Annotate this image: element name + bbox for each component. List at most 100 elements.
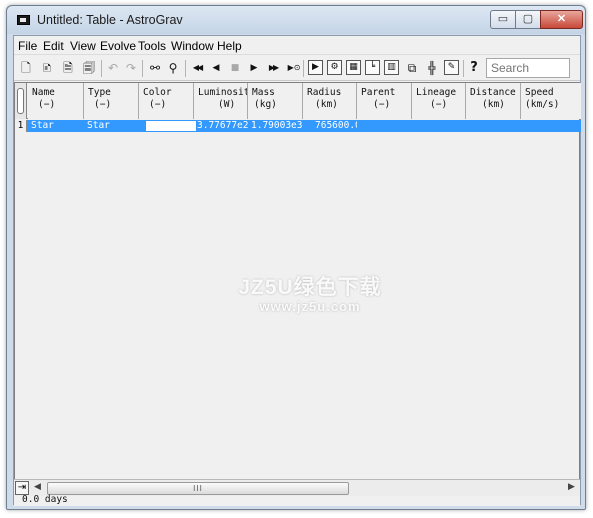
close-button[interactable]: ✕ bbox=[540, 10, 583, 29]
corner-knob-icon bbox=[17, 88, 24, 114]
column-header-label: Speed bbox=[525, 87, 554, 98]
toolbar: 🗋 🗈 🗎 🗐 ↶ ↷ ⚯ ⚲ ◀◀ ◀ ■ ▶ ▶▶ ▶⊙ ▶ ⚙ ▦ ╘ ▥… bbox=[14, 55, 580, 81]
column-header-label: Luminosity bbox=[198, 87, 247, 98]
column-header-label: Lineage bbox=[416, 87, 457, 98]
column-header-label: Color bbox=[143, 87, 172, 98]
column-header-radius[interactable]: Radius (km) bbox=[303, 83, 357, 119]
column-header-label: Name bbox=[32, 87, 55, 98]
toolbar-separator bbox=[463, 60, 464, 77]
column-header-label: Mass bbox=[252, 87, 275, 98]
menu-evolve[interactable]: Evolve bbox=[100, 39, 136, 53]
play-icon[interactable]: ▶ bbox=[245, 59, 263, 77]
menu-tools[interactable]: Tools bbox=[138, 39, 166, 53]
cell-luminosity[interactable]: 3.77677e26 bbox=[194, 120, 248, 132]
maximize-button[interactable]: ▢ bbox=[515, 10, 541, 29]
row-number[interactable]: 1 bbox=[15, 120, 27, 132]
step-back-icon[interactable]: ◀ bbox=[207, 59, 225, 77]
cell-color-swatch[interactable] bbox=[146, 121, 196, 131]
column-header-unit: (−) bbox=[38, 99, 56, 110]
table-row[interactable]: 1 Star Star 3.77677e26 1.79003e30 765600… bbox=[15, 120, 581, 132]
status-time: 0.0 days bbox=[22, 494, 68, 505]
menu-file[interactable]: File bbox=[18, 39, 37, 53]
menu-edit[interactable]: Edit bbox=[43, 39, 64, 53]
toolbar-separator bbox=[303, 60, 304, 77]
undo-icon[interactable]: ↶ bbox=[104, 59, 122, 77]
column-header-name[interactable]: Name (−) bbox=[28, 83, 84, 119]
columns-view-icon[interactable]: ▥ bbox=[384, 60, 399, 75]
cell-speed[interactable] bbox=[521, 120, 581, 132]
settings-view-icon[interactable]: ⚙ bbox=[327, 60, 342, 75]
cell-radius[interactable]: 765600.0 bbox=[312, 120, 357, 132]
watermark-line-2: www.jz5u.com bbox=[259, 299, 361, 314]
column-header-speed[interactable]: Speed (km/s) bbox=[521, 83, 581, 119]
new-from-template-icon[interactable]: 🗈 bbox=[38, 59, 56, 77]
scrollbar-thumb[interactable]: III bbox=[47, 482, 349, 495]
cell-name[interactable]: Star bbox=[28, 120, 84, 132]
edit-object-icon[interactable]: ✎ bbox=[444, 60, 459, 75]
toolbar-separator bbox=[142, 60, 143, 77]
column-header-unit: (km/s) bbox=[525, 99, 560, 110]
view-mode-icon[interactable]: ▶ bbox=[308, 60, 323, 75]
scroll-right-arrow-icon[interactable]: ▶ bbox=[568, 482, 575, 492]
menu-window[interactable]: Window bbox=[171, 39, 214, 53]
cell-distance[interactable] bbox=[466, 120, 521, 132]
new-document-icon[interactable]: 🗋 bbox=[17, 59, 35, 77]
app-window: Untitled: Table - AstroGrav ▭ ▢ ✕ File E… bbox=[6, 5, 586, 510]
toolbar-separator bbox=[101, 60, 102, 77]
scroll-left-arrow-icon[interactable]: ◀ bbox=[34, 482, 41, 492]
column-header-mass[interactable]: Mass (kg) bbox=[248, 83, 303, 119]
column-header-unit: (kg) bbox=[254, 99, 277, 110]
column-header-label: Distance bbox=[470, 87, 516, 98]
menu-view[interactable]: View bbox=[70, 39, 96, 53]
search-input[interactable] bbox=[486, 58, 570, 78]
copy-window-icon[interactable]: ⧉ bbox=[403, 59, 421, 77]
probe-tool-icon[interactable]: ⚲ bbox=[164, 59, 182, 77]
horizontal-scrollbar[interactable]: ⇥ ◀ III ▶ bbox=[14, 479, 580, 496]
astrograv-app-icon bbox=[17, 15, 30, 25]
column-header-parent[interactable]: Parent (−) bbox=[357, 83, 412, 119]
column-header-type[interactable]: Type (−) bbox=[84, 83, 139, 119]
column-header-distance[interactable]: Distance (km) bbox=[466, 83, 521, 119]
open-document-icon[interactable]: 🗎 bbox=[59, 59, 77, 77]
export-document-icon[interactable]: 🗐 bbox=[80, 59, 98, 77]
column-header-label: Type bbox=[88, 87, 111, 98]
cell-lineage[interactable] bbox=[412, 120, 466, 132]
column-header-unit: (−) bbox=[430, 99, 448, 110]
column-header-luminosity[interactable]: Luminosity(W) bbox=[194, 83, 248, 119]
column-header-unit: (−) bbox=[149, 99, 167, 110]
help-icon[interactable]: ? bbox=[465, 59, 483, 77]
watermark: JZ5U绿色下载 www.jz5u.com bbox=[235, 271, 385, 314]
rewind-icon[interactable]: ◀◀ bbox=[188, 59, 206, 77]
fast-forward-icon[interactable]: ▶▶ bbox=[264, 59, 282, 77]
crosshair-grid-icon[interactable]: ╬ bbox=[423, 59, 441, 77]
watermark-line-1: JZ5U绿色下载 bbox=[238, 276, 382, 299]
step-to-time-icon[interactable]: ▶⊙ bbox=[285, 59, 303, 77]
cell-parent[interactable] bbox=[357, 120, 412, 132]
column-header-unit: (−) bbox=[94, 99, 112, 110]
table-view-icon[interactable]: ▦ bbox=[346, 60, 361, 75]
column-header-unit: (−) bbox=[373, 99, 391, 110]
scroll-corner-icon[interactable]: ⇥ bbox=[15, 481, 29, 495]
redo-icon[interactable]: ↷ bbox=[122, 59, 140, 77]
column-header-unit: (W) bbox=[218, 99, 236, 110]
title-bar[interactable]: Untitled: Table - AstroGrav ▭ ▢ ✕ bbox=[7, 6, 585, 34]
tree-view-icon[interactable]: ╘ bbox=[365, 60, 380, 75]
column-header-unit: (km) bbox=[482, 99, 505, 110]
column-header-unit: (km) bbox=[315, 99, 338, 110]
cell-type[interactable]: Star bbox=[84, 120, 139, 132]
window-title: Untitled: Table - AstroGrav bbox=[37, 13, 183, 27]
column-header-lineage[interactable]: Lineage (−) bbox=[412, 83, 466, 119]
stop-icon[interactable]: ■ bbox=[226, 59, 244, 77]
table-corner-handle[interactable] bbox=[15, 83, 27, 119]
minimize-button[interactable]: ▭ bbox=[490, 10, 516, 29]
status-bar: 0.0 days bbox=[14, 494, 580, 506]
table-grid: Name(−) Type(−) Color(−) Luminosity(W) M… bbox=[14, 82, 581, 480]
column-header-color[interactable]: Color (−) bbox=[139, 83, 194, 119]
cell-mass[interactable]: 1.79003e30 bbox=[248, 120, 303, 132]
client-area: File Edit View Evolve Tools Window Help … bbox=[13, 35, 581, 506]
table-header-row: Name(−) Type(−) Color(−) Luminosity(W) M… bbox=[15, 83, 581, 119]
satellite-tool-icon[interactable]: ⚯ bbox=[146, 59, 164, 77]
menu-help[interactable]: Help bbox=[217, 39, 242, 53]
menu-bar: File Edit View Evolve Tools Window Help bbox=[14, 36, 580, 55]
column-header-label: Parent bbox=[361, 87, 396, 98]
